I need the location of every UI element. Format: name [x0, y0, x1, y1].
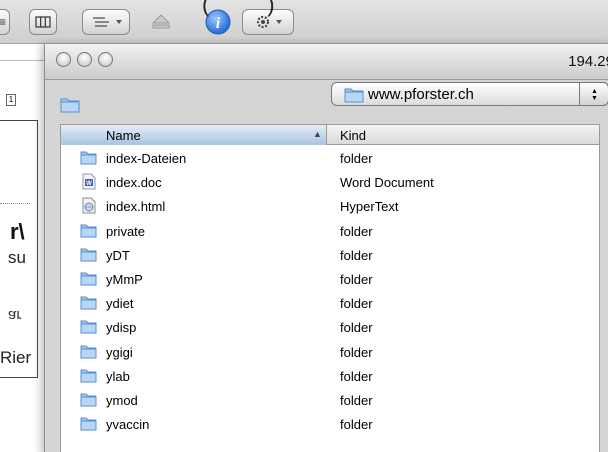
- file-kind: folder: [340, 271, 373, 287]
- folder-icon: [344, 88, 364, 103]
- file-row[interactable]: index.html HyperText: [61, 194, 599, 218]
- file-row[interactable]: ylab folder: [61, 364, 599, 388]
- background-toolbar: ≡ i (): [0, 0, 608, 44]
- file-row[interactable]: Windex.doc Word Document: [61, 170, 599, 194]
- document-text-fragment: su: [8, 248, 26, 267]
- columns-icon: [35, 16, 51, 28]
- document-heading-fragment: r\: [10, 219, 25, 244]
- title-bar: 194.29: [45, 44, 608, 80]
- word-document-icon: W: [80, 173, 97, 190]
- zoom-button[interactable]: [98, 52, 113, 67]
- finder-window: 194.29 www.pforster.ch ▲ ▼: [44, 44, 608, 452]
- path-popup-button[interactable]: www.pforster.ch ▲ ▼: [331, 82, 608, 106]
- background-document: 1 r\ su ar Rier: [0, 52, 45, 452]
- eject-icon[interactable]: [151, 13, 171, 36]
- column-view-button[interactable]: [29, 9, 57, 35]
- svg-text:W: W: [86, 181, 92, 187]
- file-row[interactable]: ydiet folder: [61, 291, 599, 315]
- document-text-fragment-2: ar: [8, 307, 22, 324]
- file-name: index.doc: [106, 175, 162, 191]
- file-row[interactable]: index-Dateien folder: [61, 146, 599, 170]
- file-kind: folder: [340, 247, 373, 263]
- path-bar: www.pforster.ch ▲ ▼: [45, 80, 608, 122]
- sort-ascending-icon: ▲: [313, 129, 322, 139]
- ruler-marker: 1: [6, 94, 16, 106]
- file-row[interactable]: private folder: [61, 219, 599, 243]
- folder-icon: [80, 246, 97, 263]
- file-name: index.html: [106, 199, 166, 215]
- file-kind: folder: [340, 417, 373, 433]
- file-name: ylab: [106, 368, 130, 384]
- file-row[interactable]: yvaccin folder: [61, 412, 599, 436]
- folder-icon: [80, 294, 97, 311]
- background-window-title-fragment: ( ): [202, 0, 276, 17]
- list-view-button[interactable]: ≡: [0, 9, 10, 35]
- folder-icon: [80, 149, 97, 166]
- file-row[interactable]: ymod folder: [61, 388, 599, 412]
- column-header-name-label: Name: [106, 128, 141, 143]
- file-name: yvaccin: [106, 417, 150, 433]
- popup-arrows-icon: ▲ ▼: [579, 82, 608, 106]
- arrange-lines-icon: [93, 17, 122, 27]
- file-kind: folder: [340, 223, 373, 239]
- path-popup-label: www.pforster.ch: [368, 86, 474, 103]
- folder-icon: [80, 270, 97, 287]
- column-header-bar: Name ▲ Kind: [61, 125, 599, 145]
- file-kind: Word Document: [340, 175, 434, 191]
- window-title: 194.29: [568, 53, 608, 70]
- folder-icon: [80, 343, 97, 360]
- folder-icon: [60, 98, 80, 113]
- file-row[interactable]: yMmP folder: [61, 267, 599, 291]
- arrange-menu-button[interactable]: [82, 9, 130, 35]
- folder-icon: [80, 415, 97, 432]
- file-name: yMmP: [106, 271, 143, 287]
- folder-icon: [80, 391, 97, 408]
- column-header-name[interactable]: Name ▲: [61, 125, 327, 145]
- close-button[interactable]: [56, 52, 71, 67]
- file-name: private: [106, 223, 146, 239]
- file-kind: folder: [340, 344, 373, 360]
- file-kind: HyperText: [340, 199, 399, 215]
- column-header-kind[interactable]: Kind: [340, 128, 366, 143]
- folder-icon: [80, 367, 97, 384]
- document-text-fragment-3: Rier: [0, 348, 32, 367]
- file-name: ygigi: [106, 344, 133, 360]
- folder-icon: [80, 318, 97, 335]
- file-kind: folder: [340, 368, 373, 384]
- file-name: index-Dateien: [106, 151, 187, 166]
- folder-icon: [80, 222, 97, 239]
- minimize-button[interactable]: [77, 52, 92, 67]
- file-row[interactable]: ydisp folder: [61, 315, 599, 339]
- file-kind: folder: [340, 320, 373, 336]
- file-list: Name ▲ Kind index-Dateien folder Windex.do…: [60, 124, 600, 452]
- file-kind: folder: [340, 296, 373, 312]
- document-frame: r\ su: [0, 120, 38, 378]
- file-name: ymod: [106, 392, 138, 408]
- screen: ≡ i () 1 r\ su ar Rier 194.2 www.pforst…: [0, 0, 608, 452]
- file-name: ydiet: [106, 296, 134, 312]
- html-file-icon: [80, 197, 97, 214]
- file-row[interactable]: ygigi folder: [61, 340, 599, 364]
- file-rows: index-Dateien folder Windex.doc Word Docume…: [61, 146, 599, 436]
- file-kind: folder: [340, 151, 373, 166]
- file-kind: folder: [340, 392, 373, 408]
- file-row[interactable]: yDT folder: [61, 243, 599, 267]
- file-name: yDT: [106, 247, 130, 263]
- file-name: ydisp: [106, 320, 137, 336]
